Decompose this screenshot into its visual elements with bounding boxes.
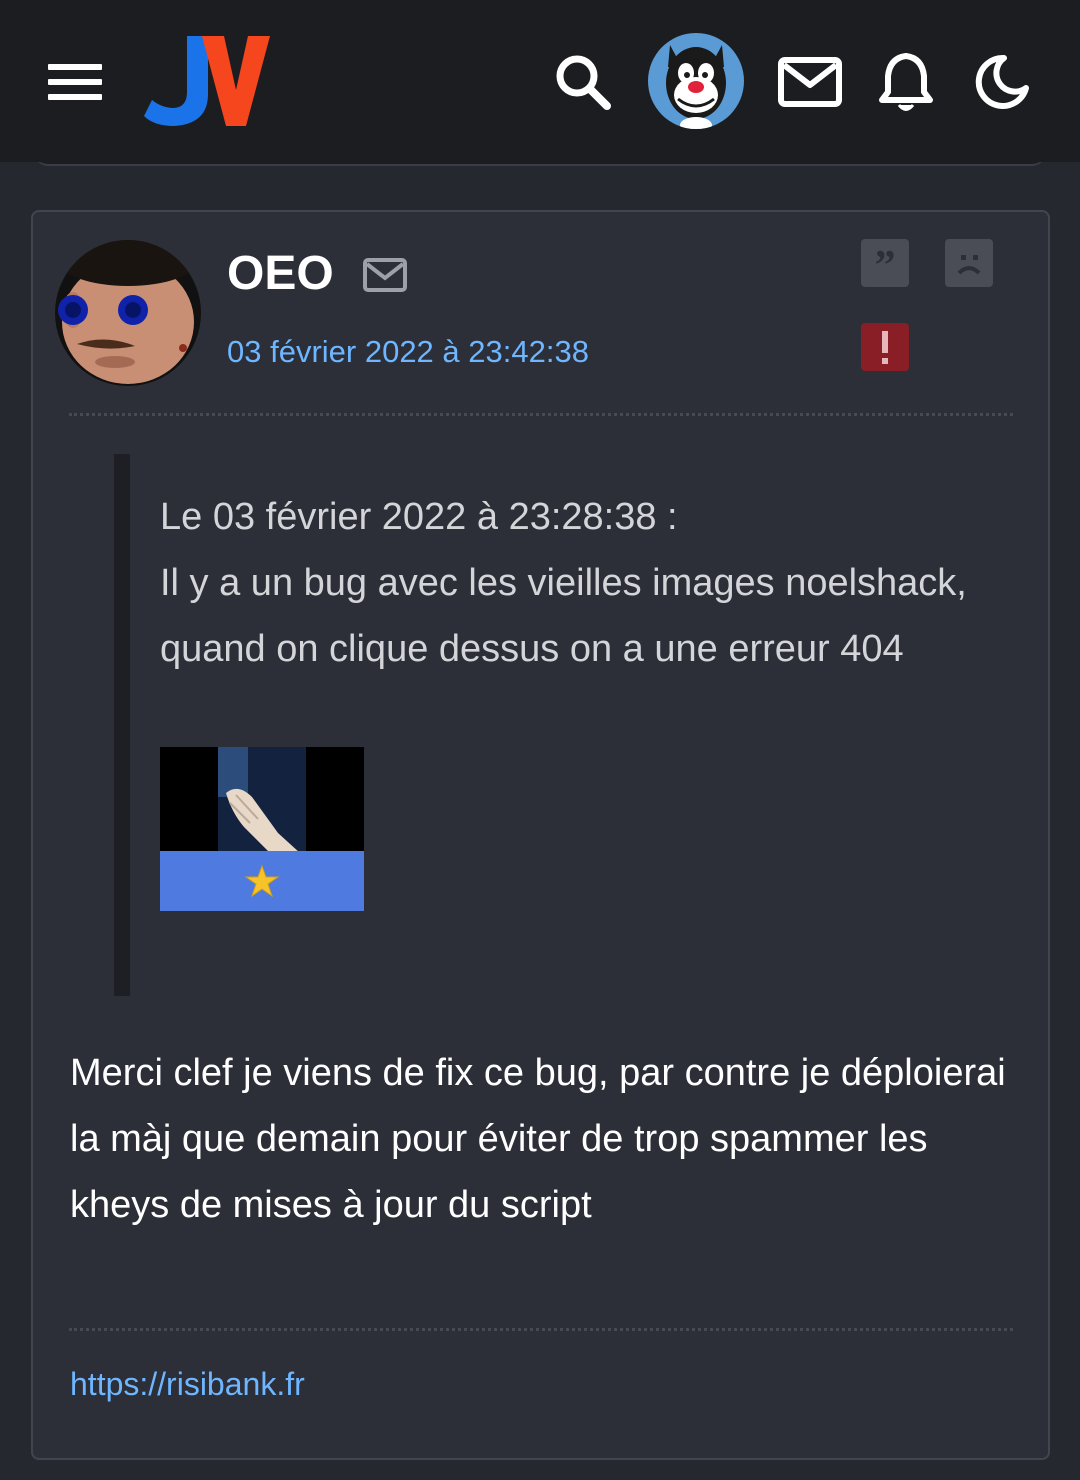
top-navigation-bar xyxy=(0,0,1080,162)
moon-icon[interactable] xyxy=(974,54,1030,110)
quote-icon: ” xyxy=(875,243,896,289)
quote-button[interactable]: ” xyxy=(861,239,909,289)
svg-text:”: ” xyxy=(875,243,896,287)
post-message: Merci clef je viens de fix ce bug, par c… xyxy=(70,1040,1020,1238)
report-button[interactable] xyxy=(861,323,909,371)
post-message-text: Merci clef je viens de fix ce bug, par c… xyxy=(70,1052,1006,1226)
alert-icon xyxy=(882,331,888,364)
private-message-icon[interactable] xyxy=(363,258,407,292)
bell-icon[interactable] xyxy=(878,52,934,114)
menu-icon[interactable] xyxy=(48,64,104,100)
search-icon[interactable] xyxy=(553,52,613,112)
blockquote: Le 03 février 2022 à 23:28:38 : Il y a u… xyxy=(160,484,1010,682)
sticker-image[interactable] xyxy=(160,747,364,911)
post-author-avatar[interactable] xyxy=(55,240,201,386)
blacklist-button[interactable] xyxy=(945,239,993,287)
quote-header: Le 03 février 2022 à 23:28:38 : xyxy=(160,496,678,538)
post-date-link[interactable]: 03 février 2022 à 23:42:38 xyxy=(227,334,589,370)
signature-separator xyxy=(69,1328,1013,1331)
forum-post: OEO 03 février 2022 à 23:42:38 ” Le 03 f… xyxy=(31,210,1050,1460)
post-author-name[interactable]: OEO xyxy=(227,246,334,301)
signature-link[interactable]: https://risibank.fr xyxy=(70,1366,305,1403)
user-avatar[interactable] xyxy=(648,33,744,129)
mail-icon[interactable] xyxy=(778,57,842,107)
sad-face-icon xyxy=(957,255,981,275)
header-separator xyxy=(69,413,1013,416)
blockquote-bar xyxy=(114,454,130,996)
quote-text: Il y a un bug avec les vieilles images n… xyxy=(160,562,967,670)
jv-logo[interactable] xyxy=(140,30,275,130)
